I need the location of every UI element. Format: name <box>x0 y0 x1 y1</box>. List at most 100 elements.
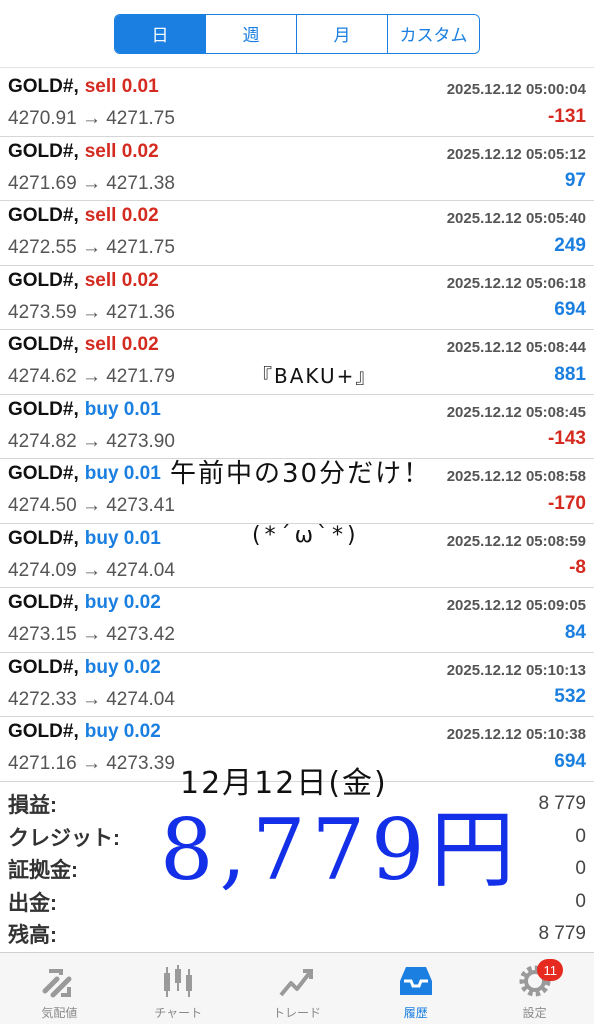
trade-prices: 4274.09 → 4274.04 <box>8 559 175 581</box>
trade-row[interactable]: GOLD#, buy 0.02 2025.12.12 05:10:13 4272.33… <box>0 653 594 717</box>
trade-prices: 4273.59 → 4271.36 <box>8 301 175 323</box>
trade-profit: 532 <box>554 686 586 707</box>
summary-label: 残高: <box>8 924 57 948</box>
trade-prices: 4274.82 → 4273.90 <box>8 430 175 452</box>
trade-time: 2025.12.12 05:08:58 <box>446 468 586 485</box>
trade-row[interactable]: GOLD#, sell 0.01 2025.12.12 05:00:04 4270.9… <box>0 72 594 137</box>
summary-label: 損益: <box>8 794 57 818</box>
summary-row-credit: クレジット: 0 <box>0 821 594 854</box>
chart-icon <box>164 965 193 997</box>
trade-row[interactable]: GOLD#, buy 0.02 2025.12.12 05:09:05 4273.15… <box>0 588 594 653</box>
summary-value: 0 <box>575 890 586 912</box>
trade-symbol: GOLD#, <box>8 398 79 420</box>
trade-side-volume: sell 0.02 <box>84 334 159 355</box>
trade-profit: 881 <box>554 363 586 385</box>
history-icon <box>399 967 432 995</box>
segment-day[interactable]: 日 <box>115 14 206 53</box>
trade-symbol: GOLD#, <box>8 527 79 549</box>
trade-side-volume: buy 0.01 <box>84 463 161 484</box>
trade-profit: 97 <box>564 170 586 191</box>
summary-label: 出金: <box>8 891 57 915</box>
summary-row-withdrawal: 出金: 0 <box>0 886 594 919</box>
trade-side-volume: buy 0.01 <box>84 527 161 549</box>
trade-profit: -131 <box>547 105 586 127</box>
tab-settings[interactable]: 設定 11 <box>475 953 594 1024</box>
segment-custom[interactable]: カスタム <box>388 14 479 53</box>
tab-chart[interactable]: チャート <box>119 953 238 1024</box>
tab-trade[interactable]: トレード <box>238 953 357 1024</box>
trade-profit: -170 <box>547 492 586 514</box>
trade-symbol: GOLD#, <box>8 463 79 484</box>
trade-side-volume: buy 0.01 <box>84 398 161 420</box>
trade-side-volume: sell 0.02 <box>84 205 159 226</box>
trade-prices: 4273.15 → 4273.42 <box>8 624 175 645</box>
trade-symbol: GOLD#, <box>8 656 79 678</box>
bottom-tab-bar: 気配値 チャート トレード 履歴 設定 11 <box>0 952 594 1024</box>
trade-symbol: GOLD#, <box>8 721 79 742</box>
trade-side-volume: sell 0.01 <box>84 76 159 97</box>
trade-profit: 249 <box>554 234 586 256</box>
period-selector-bar: 日 週 月 カスタム <box>0 0 594 68</box>
segment-month[interactable]: 月 <box>297 14 388 53</box>
trade-profit: 694 <box>554 750 586 772</box>
trade-profit: -143 <box>547 428 586 449</box>
period-segmented-control: 日 週 月 カスタム <box>114 13 480 54</box>
summary-label: 証拠金: <box>8 859 78 883</box>
summary-value: 0 <box>575 825 586 847</box>
trade-row[interactable]: GOLD#, sell 0.02 2025.12.12 05:05:12 4271.6… <box>0 137 594 201</box>
summary-value: 0 <box>575 858 586 880</box>
trade-row[interactable]: GOLD#, buy 0.01 2025.12.12 05:08:45 4274.82… <box>0 395 594 459</box>
notification-badge: 11 <box>537 959 564 981</box>
trade-symbol: GOLD#, <box>8 76 79 97</box>
trade-time: 2025.12.12 05:10:13 <box>446 661 586 679</box>
summary-value: 8 779 <box>538 793 586 815</box>
segment-week[interactable]: 週 <box>206 14 297 53</box>
trade-symbol: GOLD#, <box>8 592 79 613</box>
account-summary: 損益: 8 779 クレジット: 0 証拠金: 0 出金: 0 残高: 8 77… <box>0 788 594 951</box>
trade-time: 2025.12.12 05:08:45 <box>446 403 586 421</box>
trade-history-list: GOLD#, sell 0.01 2025.12.12 05:00:04 4270.9… <box>0 72 594 782</box>
tab-label: 履歴 <box>403 1006 428 1020</box>
trade-time: 2025.12.12 05:10:38 <box>446 726 586 743</box>
summary-row-deposit: 証拠金: 0 <box>0 853 594 886</box>
trade-symbol: GOLD#, <box>8 269 79 291</box>
trade-prices: 4274.62 → 4271.79 <box>8 366 175 387</box>
trade-time: 2025.12.12 05:06:18 <box>446 274 586 292</box>
tab-history[interactable]: 履歴 <box>356 953 475 1024</box>
trade-row[interactable]: GOLD#, sell 0.02 2025.12.12 05:08:44 4274.6… <box>0 330 594 395</box>
trade-row[interactable]: GOLD#, buy 0.01 2025.12.12 05:08:59 4274.09… <box>0 524 594 588</box>
trade-row[interactable]: GOLD#, buy 0.02 2025.12.12 05:10:38 4271.16… <box>0 717 594 782</box>
trade-symbol: GOLD#, <box>8 334 79 355</box>
trade-row[interactable]: GOLD#, buy 0.01 2025.12.12 05:08:58 4274.50… <box>0 459 594 524</box>
trade-side-volume: buy 0.02 <box>84 592 161 613</box>
trade-prices: 4272.33 → 4274.04 <box>8 688 175 710</box>
trade-profit: 84 <box>564 621 586 643</box>
trade-symbol: GOLD#, <box>8 140 79 162</box>
trade-prices: 4270.91 → 4271.75 <box>8 108 175 129</box>
trade-profit: 694 <box>554 299 586 320</box>
summary-label: クレジット: <box>8 826 120 850</box>
trade-side-volume: sell 0.02 <box>84 269 159 291</box>
tab-quotes[interactable]: 気配値 <box>0 953 119 1024</box>
trade-time: 2025.12.12 05:00:04 <box>446 81 586 98</box>
summary-row-profit: 損益: 8 779 <box>0 788 594 821</box>
trade-prices: 4271.16 → 4273.39 <box>8 753 175 774</box>
trade-row[interactable]: GOLD#, sell 0.02 2025.12.12 05:06:18 4273.5… <box>0 266 594 330</box>
trade-symbol: GOLD#, <box>8 205 79 226</box>
tab-label: 設定 <box>522 1006 547 1020</box>
trade-row[interactable]: GOLD#, sell 0.02 2025.12.12 05:05:40 4272.5… <box>0 201 594 266</box>
trade-icon <box>279 969 313 997</box>
trade-time: 2025.12.12 05:09:05 <box>446 597 586 614</box>
summary-row-balance: 残高: 8 779 <box>0 918 594 951</box>
trade-time: 2025.12.12 05:08:59 <box>446 532 586 550</box>
trade-prices: 4272.55 → 4271.75 <box>8 237 175 258</box>
trade-time: 2025.12.12 05:05:12 <box>446 145 586 163</box>
tab-label: チャート <box>154 1006 203 1020</box>
trade-side-volume: buy 0.02 <box>84 721 161 742</box>
trade-profit: -8 <box>569 557 586 578</box>
summary-value: 8 779 <box>538 923 586 945</box>
trade-side-volume: sell 0.02 <box>84 140 159 162</box>
trade-time: 2025.12.12 05:08:44 <box>446 339 586 356</box>
trade-prices: 4274.50 → 4273.41 <box>8 495 175 516</box>
tab-label: 気配値 <box>41 1006 78 1020</box>
